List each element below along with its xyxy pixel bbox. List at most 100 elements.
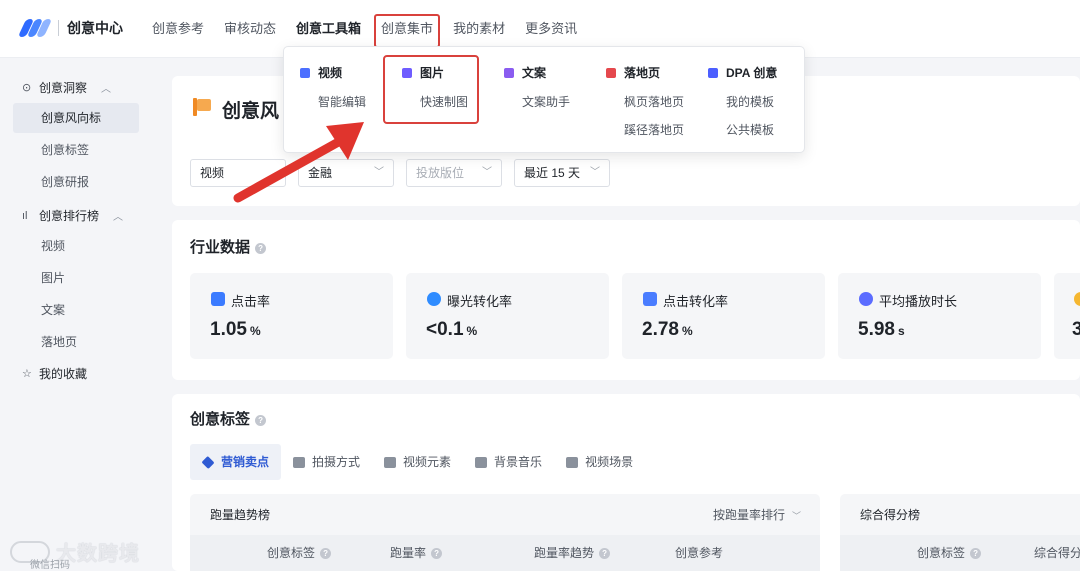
click-icon (643, 292, 657, 306)
col-header-volume-rate: 跑量率? (390, 544, 443, 561)
metric-card-click-conversion: 点击转化率 2.78% (622, 273, 825, 359)
tab-video-scene[interactable]: 视频场景 (554, 444, 645, 480)
sort-select[interactable]: 按跑量率排行 ﹀ (713, 506, 801, 523)
text-icon (504, 67, 514, 78)
dpa-icon (708, 67, 718, 78)
dropdown-head-label: DPA 创意 (726, 66, 778, 80)
compass-icon: ⊙ (22, 82, 32, 94)
tags-title: 创意标签? (190, 408, 267, 429)
metric-unit: s (897, 324, 905, 338)
dropdown-link-qijing-landing[interactable]: 蹊径落地页 (624, 121, 684, 138)
dropdown-link-my-templates[interactable]: 我的模板 (726, 93, 774, 110)
metric-number: 2.78 (642, 319, 679, 340)
help-icon[interactable]: ? (255, 415, 267, 426)
star-icon: ☆ (22, 368, 32, 380)
help-icon[interactable]: ? (255, 243, 267, 254)
sidebar-group-ranking[interactable]: ıl 创意排行榜 ︿ (22, 207, 123, 224)
industry-title: 行业数据? (190, 236, 267, 257)
metric-number: 1.05 (210, 319, 247, 340)
sidebar-group-label: 创意洞察 (39, 81, 88, 95)
watermark-subtext: 微信扫码 (30, 560, 70, 571)
metric-unit: % (681, 324, 693, 338)
dropdown-head-label: 视频 (318, 66, 343, 80)
sidebar: ⊙ 创意洞察 ︿ 创意风向标 创意标签 创意研报 ıl 创意排行榜 ︿ 视频 图… (0, 58, 152, 571)
sidebar-item-favorites[interactable]: ☆ 我的收藏 (22, 365, 87, 382)
annotation-arrow (233, 122, 364, 203)
metric-card-ctr: 点击率 1.05% (190, 273, 393, 359)
flag-icon (193, 98, 213, 116)
image-icon (384, 456, 397, 468)
help-icon[interactable]: ? (431, 548, 443, 559)
brand-title: 创意中心 (67, 20, 123, 36)
tab-label: 视频场景 (585, 455, 634, 469)
filter-placeholder: 投放版位 (416, 166, 465, 180)
col-header-text: 创意标签 (917, 546, 966, 560)
dropdown-head-label: 文案 (522, 66, 547, 80)
chevron-up-icon: ︿ (113, 212, 124, 223)
dropdown-link-public-templates[interactable]: 公共模板 (726, 121, 774, 138)
dropdown-head-label: 落地页 (624, 66, 661, 80)
sidebar-item-copy[interactable]: 文案 (13, 295, 139, 325)
col-header-tag: 创意标签? (917, 544, 982, 561)
filter-date-select[interactable]: 最近 15 天 ﹀ (514, 159, 610, 187)
col-header-volume-trend: 跑量率趋势? (534, 544, 611, 561)
sidebar-item-reports[interactable]: 创意研报 (13, 167, 139, 197)
metric-number: 5.98 (858, 319, 895, 340)
tab-shooting-method[interactable]: 拍摄方式 (281, 444, 372, 480)
chevron-down-icon: ﹀ (792, 511, 802, 521)
col-header-text: 跑量率趋势 (534, 546, 595, 560)
video-icon (300, 67, 310, 78)
help-icon[interactable]: ? (970, 548, 982, 559)
sidebar-item-landing[interactable]: 落地页 (13, 327, 139, 357)
sidebar-group-label: 创意排行榜 (39, 209, 100, 223)
metric-label: 点击率 (231, 294, 271, 309)
tab-marketing-points[interactable]: 营销卖点 (190, 444, 282, 480)
music-icon (475, 456, 488, 468)
dropdown-head-dpa: DPA 创意 (708, 64, 777, 81)
tag-icon (201, 455, 215, 469)
tab-background-music[interactable]: 背景音乐 (463, 444, 554, 480)
help-icon[interactable]: ? (599, 548, 611, 559)
metric-card-exposure-conversion: 曝光转化率 <0.1% (406, 273, 609, 359)
metric-card-avg-play-time: 平均播放时长 5.98 s (838, 273, 1041, 359)
tab-label: 拍摄方式 (312, 455, 361, 469)
chevron-down-icon: ﹀ (482, 167, 492, 178)
nav-item-review-updates[interactable]: 审核动态 (224, 0, 276, 58)
dropdown-link-fengye-landing[interactable]: 枫页落地页 (624, 93, 684, 110)
metric-number: <0.1 (426, 319, 464, 340)
dropdown-link-smart-edit[interactable]: 智能编辑 (318, 93, 366, 110)
camera-icon (293, 456, 306, 468)
sidebar-item-image[interactable]: 图片 (13, 263, 139, 293)
filter-placement-select[interactable]: 投放版位 ﹀ (406, 159, 502, 187)
metric-value: 1.05% (210, 319, 261, 341)
metric-value: 5.98 s (858, 319, 905, 341)
logo-divider (58, 20, 59, 36)
volume-trend-title: 跑量趋势榜 (210, 508, 271, 522)
bar-chart-icon: ıl (22, 209, 28, 222)
scene-icon (566, 456, 579, 468)
tags-title-text: 创意标签 (190, 411, 251, 428)
tab-video-elements[interactable]: 视频元素 (372, 444, 463, 480)
tab-label: 背景音乐 (494, 455, 543, 469)
sidebar-item-trend[interactable]: 创意风向标 (13, 103, 139, 133)
nav-item-creative-reference[interactable]: 创意参考 (152, 0, 204, 58)
sidebar-group-insight[interactable]: ⊙ 创意洞察 ︿ (22, 79, 111, 96)
sidebar-item-video[interactable]: 视频 (13, 231, 139, 261)
dropdown-head-copy: 文案 (504, 64, 546, 81)
metric-unit: % (466, 324, 478, 338)
help-icon[interactable]: ? (320, 548, 332, 559)
dropdown-link-copy-assistant[interactable]: 文案助手 (522, 93, 570, 110)
sidebar-favorites-label: 我的收藏 (39, 367, 88, 381)
industry-title-text: 行业数据 (190, 239, 251, 256)
col-header-text: 创意标签 (267, 546, 316, 560)
clock-icon (859, 292, 873, 306)
col-header-reference: 创意参考 (675, 546, 724, 560)
highlight-box (383, 55, 479, 124)
metric-value: 2.78% (642, 319, 693, 341)
sidebar-item-tags[interactable]: 创意标签 (13, 135, 139, 165)
sort-label: 按跑量率排行 (713, 508, 786, 522)
metric-value: 3 (1072, 319, 1080, 340)
tab-label: 视频元素 (403, 455, 452, 469)
col-header-score: 综合得分 (1034, 546, 1080, 560)
brand-logo[interactable]: 创意中心 (17, 17, 123, 39)
